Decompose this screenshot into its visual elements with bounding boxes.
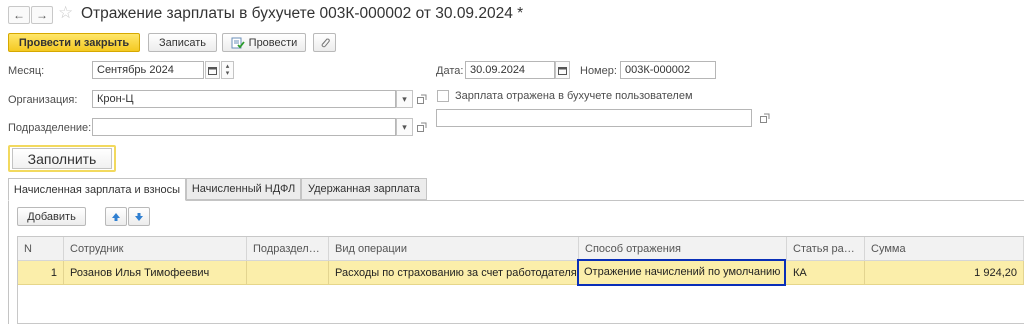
column-header-department[interactable]: Подразделе... (247, 237, 329, 261)
save-button[interactable]: Записать (148, 33, 217, 52)
chevron-down-icon: ▾ (402, 121, 407, 132)
post-button-label: Провести (248, 36, 298, 49)
chevron-down-icon: ▾ (402, 93, 407, 104)
organization-dropdown-button[interactable]: ▾ (396, 90, 413, 108)
accruals-table[interactable]: N Сотрудник Подразделе... Вид операции С… (17, 236, 1024, 324)
page-title: Отражение зарплаты в бухучете 003К-00000… (81, 5, 524, 22)
clip-icon (321, 37, 330, 47)
date-label: Дата: (436, 65, 464, 77)
tab-accrued-ndfl[interactable]: Начисленный НДФЛ (186, 178, 301, 200)
column-header-employee[interactable]: Сотрудник (64, 237, 247, 261)
row-expense[interactable]: КА (787, 261, 865, 285)
month-spin-button[interactable]: ▴ ▾ (221, 61, 234, 79)
column-header-n[interactable]: N (18, 237, 64, 261)
spin-up-icon: ▴ (225, 63, 230, 70)
row-number[interactable]: 1 (18, 261, 64, 285)
favorite-star-icon[interactable]: ☆ (58, 3, 73, 23)
column-header-operation[interactable]: Вид операции (329, 237, 579, 261)
row-department[interactable] (247, 261, 329, 285)
department-label: Подразделение: (8, 122, 92, 134)
number-label: Номер: (580, 65, 617, 77)
arrow-left-icon: ← (13, 8, 25, 22)
fill-button-label: Заполнить (12, 148, 112, 169)
spin-down-icon: ▾ (225, 70, 230, 77)
organization-label: Организация: (8, 94, 78, 106)
column-header-amount[interactable]: Сумма (865, 237, 1024, 261)
department-field[interactable] (92, 118, 396, 136)
user-reflected-field[interactable] (436, 109, 752, 127)
row-employee[interactable]: Розанов Илья Тимофеевич (64, 261, 247, 285)
add-button[interactable]: Добавить (17, 207, 86, 226)
post-and-close-button[interactable]: Провести и закрыть (8, 33, 140, 52)
row-method[interactable]: Отражение начислений по умолчанию (577, 259, 786, 286)
back-button[interactable]: ← (8, 6, 30, 24)
user-reflected-label: Зарплата отражена в бухучете пользовател… (455, 90, 693, 102)
organization-open-icon[interactable] (414, 90, 430, 108)
column-header-method[interactable]: Способ отражения (579, 237, 787, 261)
date-field[interactable]: 30.09.2024 (465, 61, 555, 79)
arrow-right-icon: → (36, 8, 48, 22)
tab-accrued-salary[interactable]: Начисленная зарплата и взносы (8, 178, 186, 201)
number-field[interactable]: 003К-000002 (620, 61, 716, 79)
table-row[interactable]: 1 Розанов Илья Тимофеевич Расходы по стр… (18, 259, 1024, 286)
calendar-icon (558, 66, 567, 75)
column-header-expense[interactable]: Статья расх... (787, 237, 865, 261)
calendar-icon (208, 66, 217, 75)
department-dropdown-button[interactable]: ▾ (396, 118, 413, 136)
arrow-down-icon (135, 212, 143, 221)
fill-button[interactable]: Заполнить (8, 145, 116, 172)
forward-button[interactable]: → (31, 6, 53, 24)
month-field[interactable]: Сентябрь 2024 (92, 61, 204, 79)
arrow-up-icon (112, 212, 120, 221)
row-operation[interactable]: Расходы по страхованию за счет работодат… (329, 261, 579, 285)
move-up-button[interactable] (105, 207, 127, 226)
department-open-icon[interactable] (414, 118, 430, 136)
move-down-button[interactable] (128, 207, 150, 226)
organization-field[interactable]: Крон-Ц (92, 90, 396, 108)
user-reflected-open-icon[interactable] (757, 109, 773, 127)
post-button[interactable]: Провести (222, 33, 306, 52)
attach-button[interactable] (313, 33, 336, 52)
tab-withheld-salary[interactable]: Удержанная зарплата (301, 178, 427, 200)
post-document-icon (231, 37, 245, 48)
user-reflected-checkbox[interactable] (437, 90, 449, 102)
date-calendar-button[interactable] (555, 61, 570, 79)
month-label: Месяц: (8, 65, 45, 77)
calendar-button[interactable] (205, 61, 220, 79)
row-amount[interactable]: 1 924,20 (865, 261, 1024, 285)
